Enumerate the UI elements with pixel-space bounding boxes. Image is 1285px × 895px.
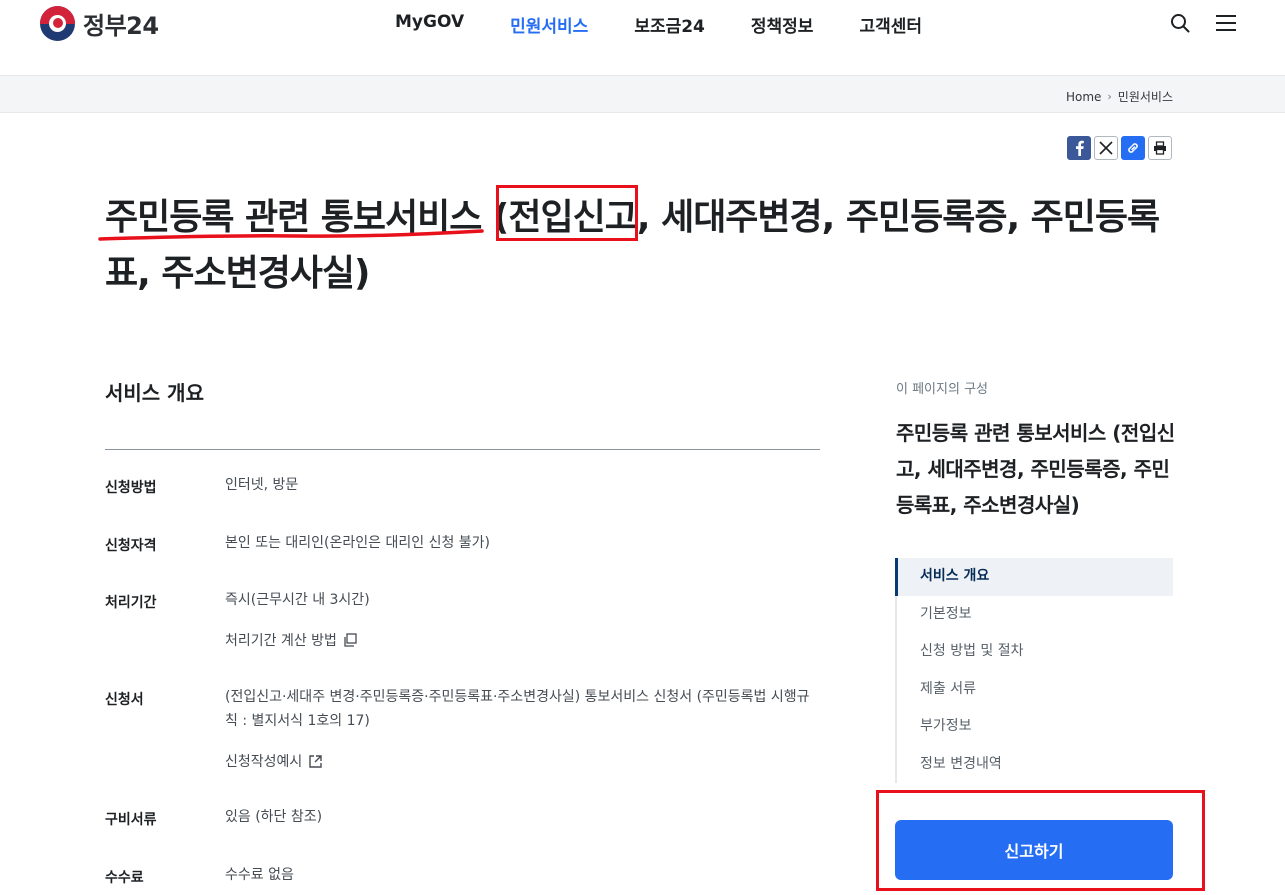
taegeuk-logo-icon xyxy=(40,6,75,41)
info-value: 있음 (하단 참조) xyxy=(225,809,323,825)
copy-icon xyxy=(344,633,357,647)
breadcrumb-bar: Home › 민원서비스 xyxy=(0,75,1285,113)
info-value: 본인 또는 대리인(온라인은 대리인 신청 불가) xyxy=(225,535,491,551)
toc-title: 주민등록 관련 통보서비스 (전입신고, 세대주변경, 주민등록증, 주민등록표… xyxy=(896,421,1175,517)
nav-item-policy-info[interactable]: 정책정보 xyxy=(751,12,814,37)
info-label: 수수료 xyxy=(105,870,144,886)
toc-caption: 이 페이지의 구성 xyxy=(896,382,988,397)
nav-item-mygov[interactable]: MyGOV xyxy=(395,12,464,37)
toc-item-change-history[interactable]: 정보 변경내역 xyxy=(897,746,1173,784)
toc-item-basic-info[interactable]: 기본정보 xyxy=(897,596,1173,634)
toc-list: 서비스 개요 기본정보 신청 방법 및 절차 제출 서류 부가정보 정보 변경내… xyxy=(895,558,1173,783)
link-label: 처리기간 계산 방법 xyxy=(225,633,337,649)
link-label: 신청작성예시 xyxy=(225,754,303,770)
toc-item-overview[interactable]: 서비스 개요 xyxy=(895,558,1173,596)
nav-item-customer-center[interactable]: 고객센터 xyxy=(859,12,922,37)
toc-item-additional-info[interactable]: 부가정보 xyxy=(897,708,1173,746)
section-divider xyxy=(105,449,820,450)
info-label: 신청방법 xyxy=(105,480,157,496)
nav-item-subsidy24[interactable]: 보조금24 xyxy=(634,12,705,37)
info-value: 수수료 없음 xyxy=(225,867,294,883)
logo-text: 정부24 xyxy=(83,12,159,40)
share-toolbar xyxy=(1067,136,1172,160)
main-nav: MyGOV 민원서비스 보조금24 정책정보 고객센터 xyxy=(395,12,968,37)
page-title: 주민등록 관련 통보서비스 (전입신고, 세대주변경, 주민등록증, 주민등록표… xyxy=(105,190,1175,302)
info-label: 구비서류 xyxy=(105,812,157,828)
annotation-box-title xyxy=(496,185,638,241)
section-title-overview: 서비스 개요 xyxy=(105,381,204,405)
chevron-right-icon: › xyxy=(1107,90,1112,103)
toc-item-documents[interactable]: 제출 서류 xyxy=(897,671,1173,709)
link-icon[interactable] xyxy=(1121,136,1145,160)
info-label: 신청자격 xyxy=(105,538,157,554)
facebook-icon[interactable] xyxy=(1067,136,1091,160)
info-label: 처리기간 xyxy=(105,595,157,611)
info-value: 인터넷, 방문 xyxy=(225,477,299,493)
annotation-underline xyxy=(98,229,484,241)
info-value: (전입신고·세대주 변경·주민등록증·주민등록표·주소변경사실) 통보서비스 신… xyxy=(225,689,810,729)
application-example-link[interactable]: 신청작성예시 xyxy=(225,751,323,771)
breadcrumb: Home › 민원서비스 xyxy=(1066,88,1173,105)
info-value: 즉시(근무시간 내 3시간) xyxy=(225,592,370,608)
site-header: 정부24 MyGOV 민원서비스 보조금24 정책정보 고객센터 xyxy=(0,0,1285,75)
header-utility xyxy=(1169,12,1237,34)
annotation-box-report xyxy=(876,790,1205,891)
gov24-logo[interactable]: 정부24 xyxy=(40,6,159,41)
search-icon[interactable] xyxy=(1169,12,1191,34)
processing-time-calc-link[interactable]: 처리기간 계산 방법 xyxy=(225,630,357,650)
toc-item-procedure[interactable]: 신청 방법 및 절차 xyxy=(897,633,1173,671)
menu-icon[interactable] xyxy=(1215,12,1237,34)
nav-item-civil-service[interactable]: 민원서비스 xyxy=(510,12,588,37)
x-icon[interactable] xyxy=(1094,136,1118,160)
print-icon[interactable] xyxy=(1148,136,1172,160)
breadcrumb-home[interactable]: Home xyxy=(1066,90,1101,104)
info-label: 신청서 xyxy=(105,692,144,708)
breadcrumb-current[interactable]: 민원서비스 xyxy=(1118,88,1173,105)
external-link-icon xyxy=(309,754,322,768)
